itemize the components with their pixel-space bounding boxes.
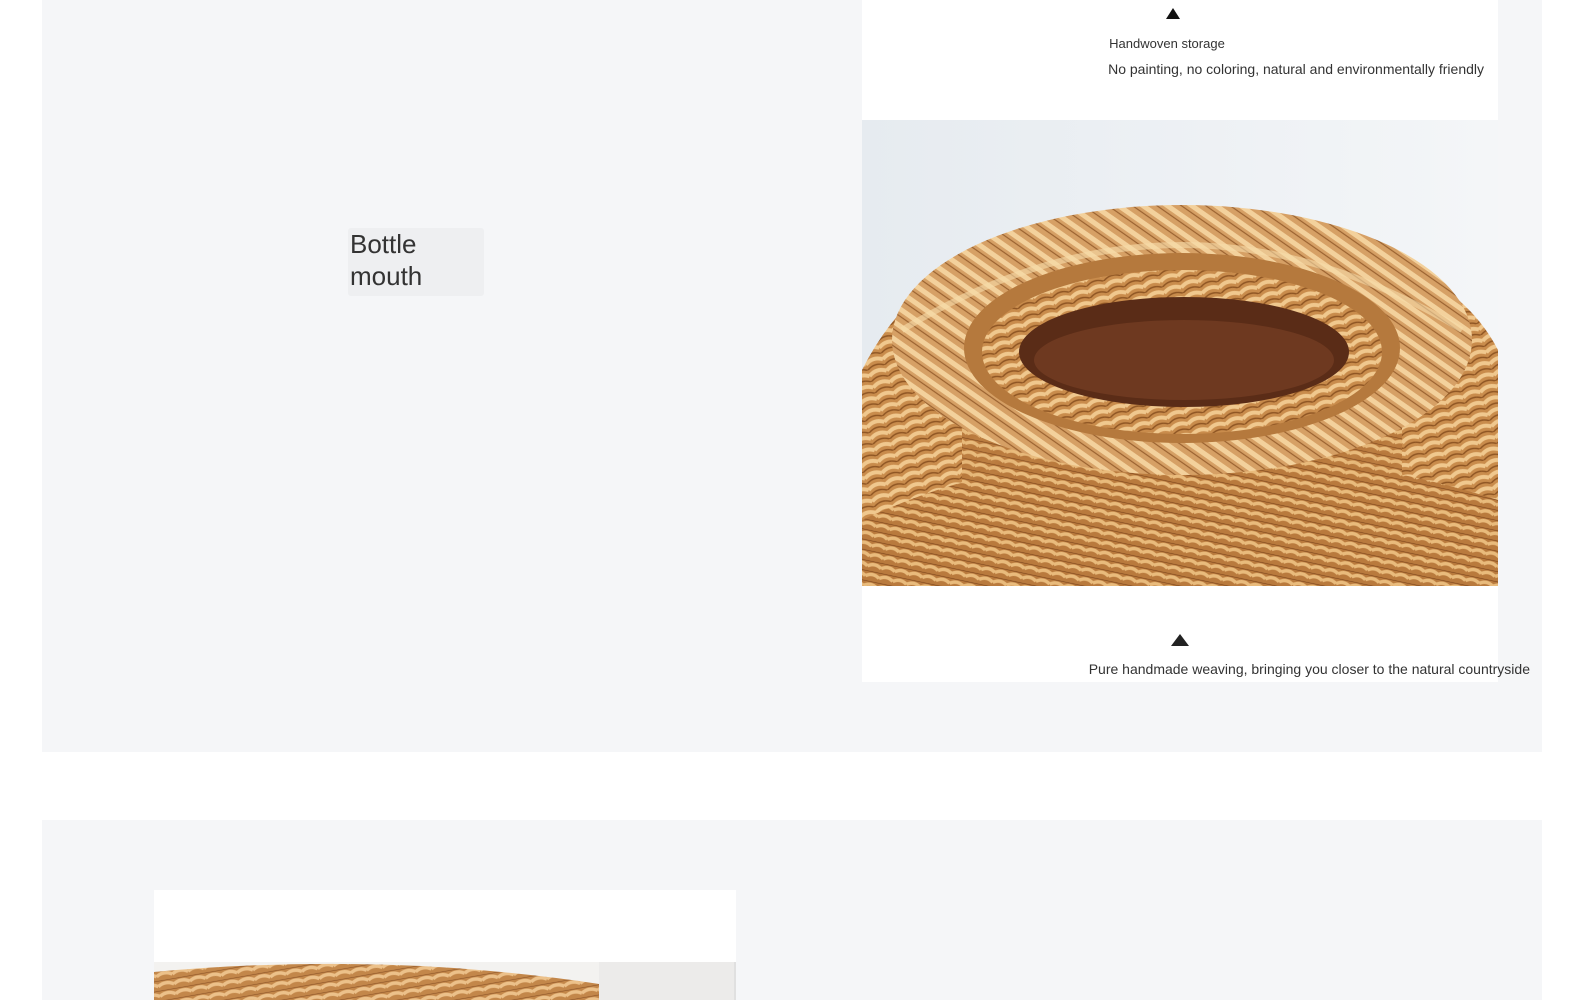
product-photo [862, 120, 1498, 586]
triangle-up-icon [1171, 634, 1189, 646]
card-small-title: Handwoven storage [1109, 36, 1225, 51]
product-card: Handwoven storage No painting, no colori… [862, 0, 1530, 682]
callout-label: Bottle mouth [350, 229, 423, 291]
bottle-mouth-callout: Bottle mouth [348, 228, 484, 296]
photo2-strip [154, 962, 736, 1000]
triangle-up-icon [1166, 8, 1180, 19]
product-detail-section: Bottle mouth Handwoven storage No painti… [42, 0, 1542, 752]
rattan-bottle-illustration [862, 120, 1498, 586]
product-photo-2 [154, 890, 736, 1000]
caption-bottom: Pure handmade weaving, bringing you clos… [1088, 661, 1530, 677]
product-detail-section-2 [42, 820, 1542, 1000]
rattan-basket-illustration [154, 962, 736, 1000]
caption-top: No painting, no coloring, natural and en… [1108, 61, 1484, 77]
